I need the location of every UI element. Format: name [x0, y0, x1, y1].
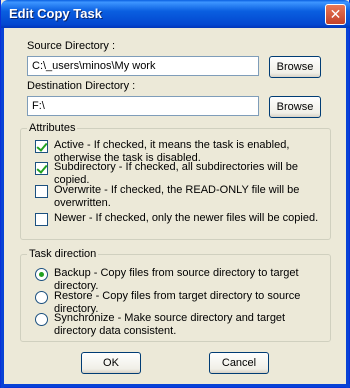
title-bar[interactable]: Edit Copy Task ✕	[1, 0, 350, 28]
synchronize-radio-label: Synchronize - Make source directory and …	[54, 312, 286, 337]
backup-radio[interactable]	[35, 268, 48, 281]
active-checkbox[interactable]	[35, 140, 48, 153]
subdirectory-checkbox[interactable]	[35, 162, 48, 175]
overwrite-checkbox[interactable]	[35, 185, 48, 198]
synchronize-radio[interactable]	[35, 313, 48, 326]
attributes-group-title: Attributes	[27, 122, 78, 134]
direction-option-synchronize[interactable]: Synchronize - Make source directory and …	[35, 312, 325, 338]
window-title: Edit Copy Task	[9, 6, 102, 21]
destination-directory-input[interactable]: F:\	[27, 96, 259, 116]
attributes-group: Attributes Active - If checked, it means…	[20, 122, 331, 240]
destination-directory-label: Destination Directory :	[27, 80, 136, 92]
window-frame-bottom	[1, 384, 350, 387]
restore-radio[interactable]	[35, 291, 48, 304]
source-directory-input[interactable]: C:\_users\minos\My work	[27, 56, 259, 76]
source-directory-label: Source Directory :	[27, 40, 116, 52]
cancel-button[interactable]: Cancel	[209, 352, 269, 374]
destination-browse-button[interactable]: Browse	[269, 96, 321, 118]
window-frame-left	[1, 28, 4, 388]
newer-checkbox-label: Newer - If checked, only the newer files…	[54, 212, 319, 224]
attribute-option-newer[interactable]: Newer - If checked, only the newer files…	[35, 212, 325, 226]
overwrite-checkbox-label: Overwrite - If checked, the READ-ONLY fi…	[54, 184, 300, 209]
newer-checkbox[interactable]	[35, 213, 48, 226]
task-direction-group: Task direction Backup - Copy files from …	[20, 248, 331, 342]
edit-copy-task-dialog: Edit Copy Task ✕ Source Directory : C:\_…	[0, 0, 350, 388]
ok-button[interactable]: OK	[81, 352, 141, 374]
source-browse-button[interactable]: Browse	[269, 56, 321, 78]
attribute-option-overwrite[interactable]: Overwrite - If checked, the READ-ONLY fi…	[35, 184, 325, 210]
close-icon[interactable]: ✕	[325, 4, 346, 25]
task-direction-group-title: Task direction	[27, 248, 99, 260]
window-frame-right	[346, 28, 349, 388]
